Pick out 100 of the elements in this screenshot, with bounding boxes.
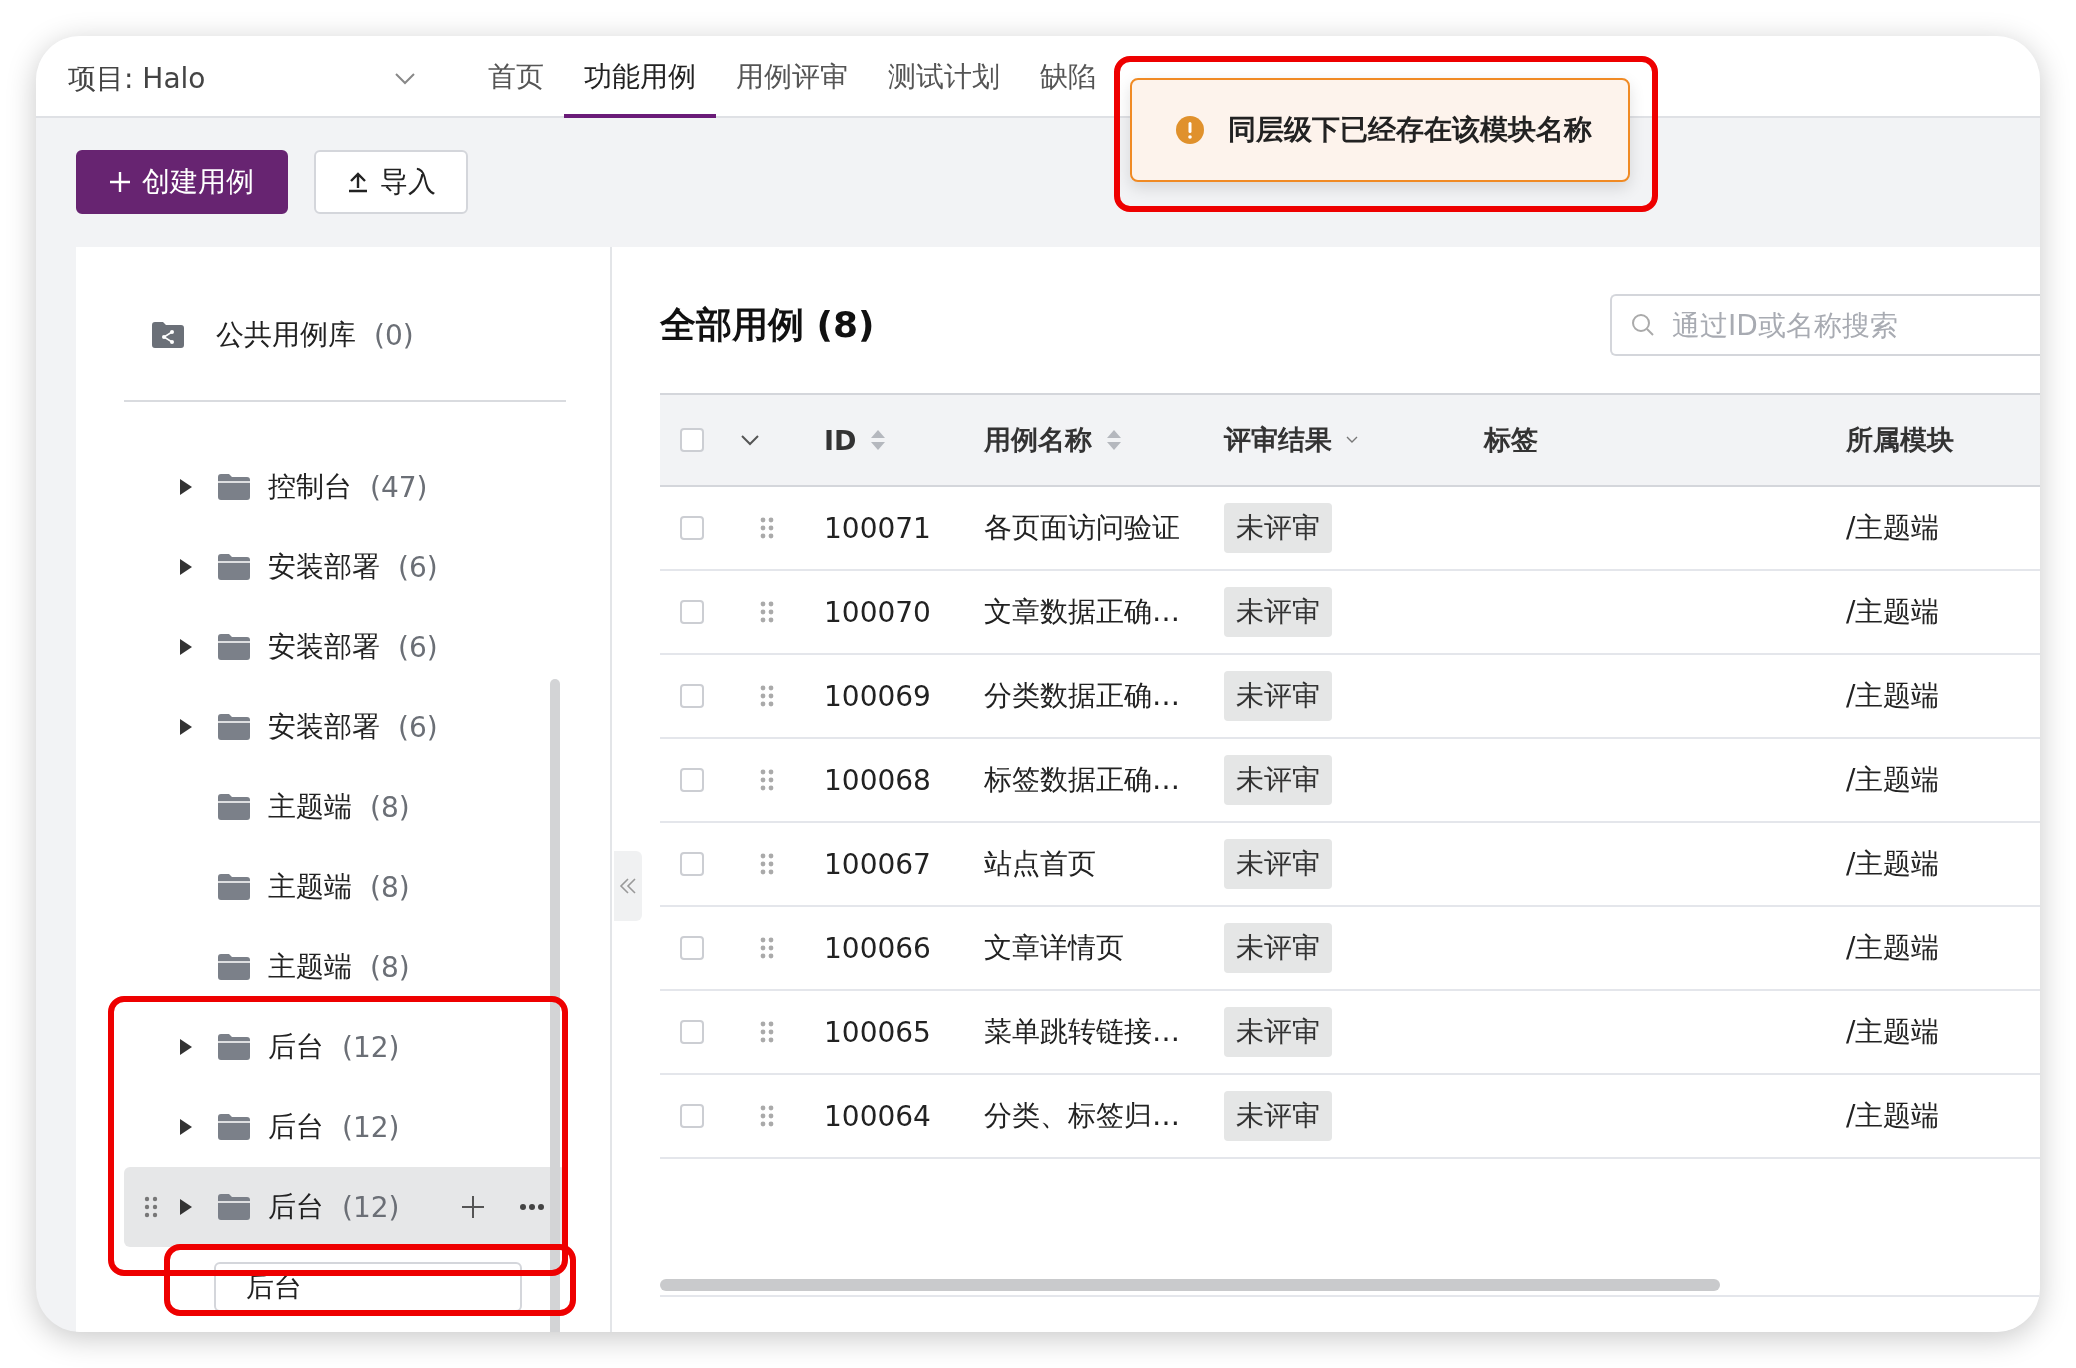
folder-icon [218, 1034, 250, 1060]
module-path: /主题端 [1846, 930, 1940, 966]
module-path: /主题端 [1846, 846, 1940, 882]
search-field[interactable]: 通过ID或名称搜索 [1610, 294, 2040, 356]
checkbox[interactable] [680, 936, 704, 960]
case-name[interactable]: 菜单跳转链接… [984, 1013, 1180, 1051]
case-name[interactable]: 文章详情页 [984, 929, 1124, 967]
drag-handle-icon [760, 601, 774, 623]
scrollbar[interactable] [550, 679, 560, 1332]
drag-handle-icon [760, 1021, 774, 1043]
drag-handle-icon [760, 517, 774, 539]
tree-item-label[interactable]: 安装部署 [268, 708, 380, 746]
review-status-tag: 未评审 [1224, 1091, 1332, 1141]
case-id: 100068 [824, 763, 931, 797]
item-count: (6) [398, 630, 438, 664]
nav-tab[interactable]: 功能用例 [564, 36, 716, 118]
review-status-tag: 未评审 [1224, 839, 1332, 889]
folder-icon [218, 874, 250, 900]
section-title: 全部用例 (8) [660, 302, 875, 347]
review-status-tag: 未评审 [1224, 1007, 1332, 1057]
scrollbar[interactable] [660, 1279, 1720, 1291]
item-count: (6) [398, 710, 438, 744]
tree-item-label[interactable]: 后台 [268, 1108, 324, 1146]
column-header[interactable]: 评审结果 [1224, 422, 1332, 458]
review-status-tag: 未评审 [1224, 503, 1332, 553]
item-count: (8) [370, 950, 410, 984]
sort-icon [1106, 430, 1122, 450]
checkbox[interactable] [680, 852, 704, 876]
item-count: (12) [342, 1110, 400, 1144]
toast-message: 同层级下已经存在该模块名称 [1228, 112, 1592, 148]
case-id: 100071 [824, 511, 931, 545]
project-selector[interactable]: 项目: Halo [68, 36, 440, 116]
folder-icon [218, 954, 250, 980]
search-icon [1630, 312, 1656, 338]
case-name[interactable]: 站点首页 [984, 845, 1096, 883]
drag-handle-icon [760, 769, 774, 791]
case-id: 100066 [824, 931, 931, 965]
create-case-button[interactable]: 创建用例 [76, 150, 288, 214]
import-button[interactable]: 导入 [314, 150, 468, 214]
review-status-tag: 未评审 [1224, 755, 1332, 805]
chevron-down-icon [740, 434, 760, 446]
nav-tab[interactable]: 缺陷 [1020, 36, 1116, 118]
chevron-down-icon [394, 72, 416, 86]
module-path: /主题端 [1846, 510, 1940, 546]
checkbox[interactable] [680, 600, 704, 624]
module-path: /主题端 [1846, 1014, 1940, 1050]
checkbox[interactable] [680, 1104, 704, 1128]
nav-tab[interactable]: 首页 [468, 36, 564, 118]
folder-icon [218, 474, 250, 500]
item-count: (47) [370, 470, 428, 504]
checkbox[interactable] [680, 428, 704, 452]
column-header[interactable]: 用例名称 [984, 422, 1092, 458]
folder-icon [218, 1114, 250, 1140]
column-header[interactable]: 标签 [1484, 422, 1538, 458]
plus-icon [462, 1196, 484, 1218]
chevron-down-icon [1346, 436, 1358, 444]
tree-item-label[interactable]: 主题端 [268, 948, 352, 986]
item-count: (12) [342, 1030, 400, 1064]
folder-icon [218, 714, 250, 740]
case-id: 100070 [824, 595, 931, 629]
case-name[interactable]: 文章数据正确… [984, 593, 1180, 631]
item-count: (8) [370, 790, 410, 824]
case-id: 100069 [824, 679, 931, 713]
case-name[interactable]: 各页面访问验证 [984, 509, 1180, 547]
tree-item-label[interactable]: 主题端 [268, 868, 352, 906]
case-id: 100067 [824, 847, 931, 881]
checkbox[interactable] [680, 768, 704, 792]
module-path: /主题端 [1846, 762, 1940, 798]
drag-handle-icon [760, 685, 774, 707]
tree-item-label[interactable]: 公共用例库 [216, 316, 356, 354]
collapse-button[interactable] [614, 851, 642, 921]
upload-icon [346, 170, 370, 194]
checkbox[interactable] [680, 516, 704, 540]
item-count: (6) [398, 550, 438, 584]
case-name[interactable]: 标签数据正确… [984, 761, 1180, 799]
item-count: (8) [370, 870, 410, 904]
folder-icon [218, 634, 250, 660]
nav-tab[interactable]: 用例评审 [716, 36, 868, 118]
column-header[interactable]: 所属模块 [1846, 422, 1954, 458]
tree-item-label[interactable]: 安装部署 [268, 548, 380, 586]
case-name[interactable]: 分类数据正确… [984, 677, 1180, 715]
module-path: /主题端 [1846, 594, 1940, 630]
tree-item-label[interactable]: 安装部署 [268, 628, 380, 666]
drag-handle-icon [760, 937, 774, 959]
nav-tab[interactable]: 测试计划 [868, 36, 1020, 118]
case-id: 100065 [824, 1015, 931, 1049]
folder-icon [218, 794, 250, 820]
case-id: 100064 [824, 1099, 931, 1133]
tree-item-label[interactable]: 后台 [268, 1028, 324, 1066]
checkbox[interactable] [680, 1020, 704, 1044]
sort-icon [870, 430, 887, 450]
column-header[interactable]: ID [824, 424, 857, 456]
case-name[interactable]: 分类、标签归… [984, 1097, 1180, 1135]
review-status-tag: 未评审 [1224, 923, 1332, 973]
item-count: (0) [374, 318, 414, 352]
tree-item-label[interactable]: 主题端 [268, 788, 352, 826]
project-name: 项目: Halo [68, 61, 206, 97]
module-path: /主题端 [1846, 1098, 1940, 1134]
checkbox[interactable] [680, 684, 704, 708]
tree-item-label[interactable]: 控制台 [268, 468, 352, 506]
